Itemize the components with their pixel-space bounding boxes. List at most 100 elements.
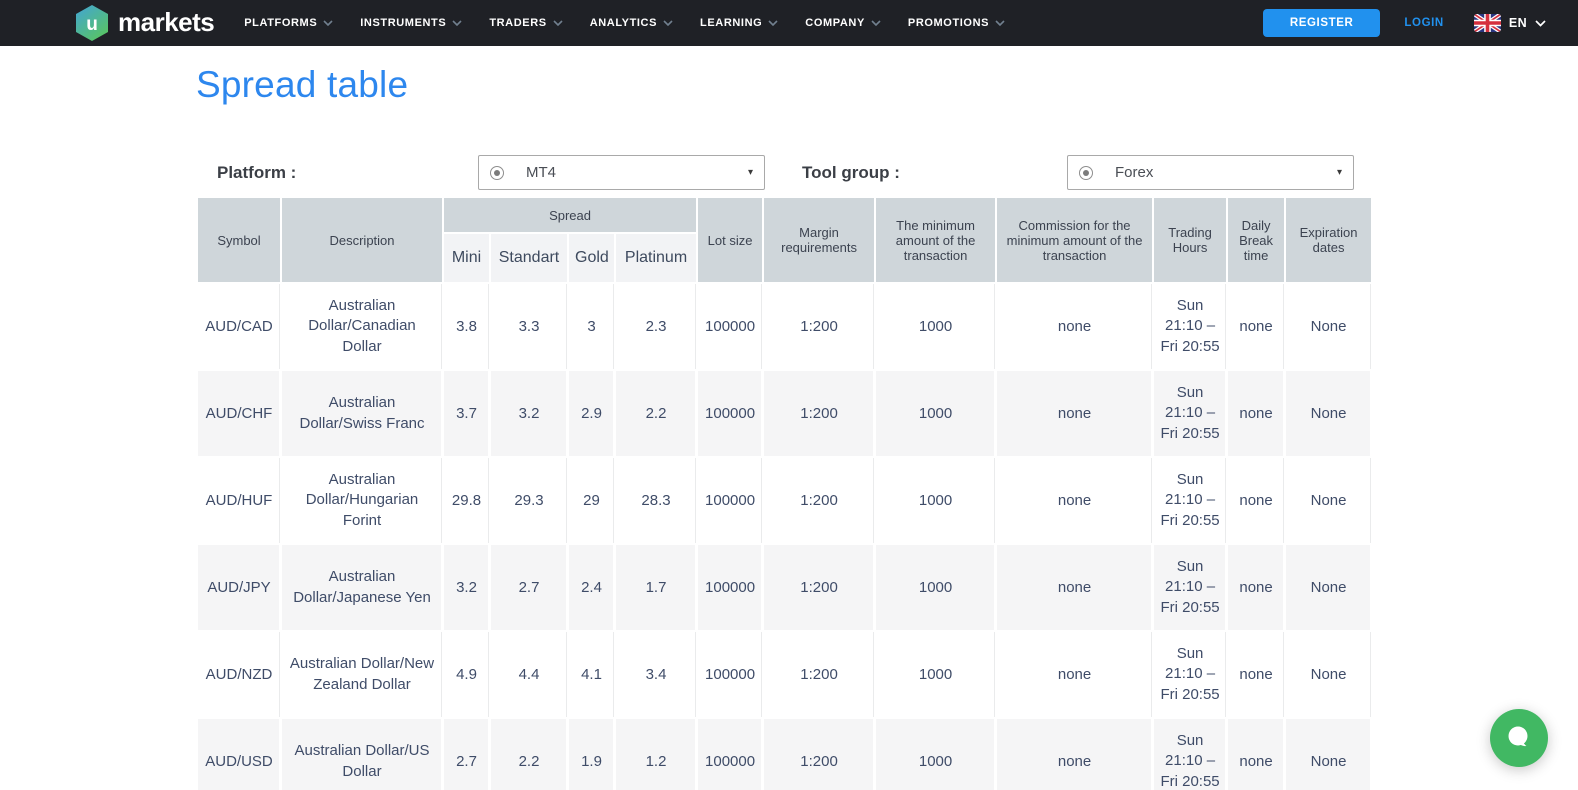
header-commission: Commission for the minimum amount of the… bbox=[997, 198, 1152, 282]
cell-gold: 2.4 bbox=[569, 545, 614, 630]
cell-commission: none bbox=[997, 284, 1152, 369]
nav-item-promotions[interactable]: PROMOTIONS bbox=[908, 17, 1005, 29]
main-menu: PLATFORMS INSTRUMENTS TRADERS ANALYTICS … bbox=[244, 17, 1005, 29]
cell-expiration: None bbox=[1286, 719, 1371, 790]
nav-item-label: TRADERS bbox=[489, 17, 546, 29]
cell-margin: 1:200 bbox=[764, 284, 874, 369]
tool-group-select-value: Forex bbox=[1115, 164, 1337, 181]
cell-mini: 4.9 bbox=[444, 632, 489, 717]
chevron-down-icon bbox=[323, 20, 333, 26]
nav-item-instruments[interactable]: INSTRUMENTS bbox=[360, 17, 462, 29]
dropdown-arrow-icon: ▾ bbox=[748, 168, 753, 178]
platform-select-value: MT4 bbox=[526, 164, 748, 181]
header-spread: Spread bbox=[444, 198, 696, 232]
header-min-amount: The minimum amount of the transaction bbox=[876, 198, 995, 282]
table-row: AUD/HUFAustralian Dollar/Hungarian Forin… bbox=[198, 458, 1371, 543]
cell-symbol: AUD/USD bbox=[198, 719, 280, 790]
cell-commission: none bbox=[997, 371, 1152, 456]
cell-commission: none bbox=[997, 719, 1152, 790]
cell-expiration: None bbox=[1286, 371, 1371, 456]
cell-platinum: 2.3 bbox=[616, 284, 696, 369]
cell-platinum: 2.2 bbox=[616, 371, 696, 456]
table-row: AUD/USDAustralian Dollar/US Dollar2.72.2… bbox=[198, 719, 1371, 790]
top-nav: u markets PLATFORMS INSTRUMENTS TRADERS … bbox=[0, 0, 1578, 46]
cell-gold: 1.9 bbox=[569, 719, 614, 790]
header-lot-size: Lot size bbox=[698, 198, 762, 282]
cell-lot-size: 100000 bbox=[698, 632, 762, 717]
nav-item-analytics[interactable]: ANALYTICS bbox=[590, 17, 673, 29]
header-spread-standart: Standart bbox=[491, 234, 567, 282]
uk-flag-icon bbox=[1474, 14, 1501, 32]
cell-min-amount: 1000 bbox=[876, 632, 995, 717]
brand-logo[interactable]: u markets bbox=[75, 4, 214, 42]
tool-group-select[interactable]: Forex ▾ bbox=[1067, 155, 1354, 190]
nav-item-learning[interactable]: LEARNING bbox=[700, 17, 778, 29]
cell-description: Australian Dollar/Swiss Franc bbox=[282, 371, 442, 456]
cell-mini: 29.8 bbox=[444, 458, 489, 543]
cell-platinum: 1.2 bbox=[616, 719, 696, 790]
cell-gold: 4.1 bbox=[569, 632, 614, 717]
cell-daily-break: none bbox=[1228, 632, 1284, 717]
nav-item-label: PROMOTIONS bbox=[908, 17, 989, 29]
cell-margin: 1:200 bbox=[764, 458, 874, 543]
language-selector[interactable]: EN bbox=[1474, 14, 1546, 32]
nav-right: REGISTER LOGIN EN bbox=[1263, 9, 1546, 37]
chevron-down-icon bbox=[452, 20, 462, 26]
platform-label: Platform : bbox=[217, 163, 478, 183]
cell-platinum: 1.7 bbox=[616, 545, 696, 630]
cell-trading-hours: Sun 21:10 – Fri 20:55 bbox=[1154, 458, 1226, 543]
header-symbol: Symbol bbox=[198, 198, 280, 282]
chat-bubble-icon bbox=[1503, 722, 1535, 754]
cell-lot-size: 100000 bbox=[698, 545, 762, 630]
cell-lot-size: 100000 bbox=[698, 284, 762, 369]
cell-daily-break: none bbox=[1228, 719, 1284, 790]
nav-item-label: LEARNING bbox=[700, 17, 762, 29]
cell-min-amount: 1000 bbox=[876, 458, 995, 543]
login-link[interactable]: LOGIN bbox=[1404, 17, 1443, 29]
cell-symbol: AUD/CHF bbox=[198, 371, 280, 456]
cell-trading-hours: Sun 21:10 – Fri 20:55 bbox=[1154, 719, 1226, 790]
cell-description: Australian Dollar/Hungarian Forint bbox=[282, 458, 442, 543]
tool-group-label: Tool group : bbox=[802, 163, 1067, 183]
cell-min-amount: 1000 bbox=[876, 719, 995, 790]
header-description: Description bbox=[282, 198, 442, 282]
platform-select[interactable]: MT4 ▾ bbox=[478, 155, 765, 190]
cell-margin: 1:200 bbox=[764, 632, 874, 717]
header-spread-mini: Mini bbox=[444, 234, 489, 282]
cell-standart: 29.3 bbox=[491, 458, 567, 543]
header-trading-hours: Trading Hours bbox=[1154, 198, 1226, 282]
chevron-down-icon bbox=[1535, 20, 1546, 27]
nav-item-company[interactable]: COMPANY bbox=[805, 17, 881, 29]
spread-table-body: AUD/CADAustralian Dollar/Canadian Dollar… bbox=[198, 284, 1371, 790]
header-daily-break: Daily Break time bbox=[1228, 198, 1284, 282]
content: Spread table Platform : MT4 ▾ Tool group… bbox=[196, 64, 1373, 790]
cell-platinum: 3.4 bbox=[616, 632, 696, 717]
cell-margin: 1:200 bbox=[764, 719, 874, 790]
cell-margin: 1:200 bbox=[764, 545, 874, 630]
nav-item-traders[interactable]: TRADERS bbox=[489, 17, 562, 29]
cell-description: Australian Dollar/US Dollar bbox=[282, 719, 442, 790]
cell-symbol: AUD/NZD bbox=[198, 632, 280, 717]
cell-platinum: 28.3 bbox=[616, 458, 696, 543]
chat-button[interactable] bbox=[1490, 709, 1548, 767]
nav-item-label: INSTRUMENTS bbox=[360, 17, 446, 29]
chevron-down-icon bbox=[871, 20, 881, 26]
table-row: AUD/CHFAustralian Dollar/Swiss Franc3.73… bbox=[198, 371, 1371, 456]
nav-item-label: PLATFORMS bbox=[244, 17, 317, 29]
cell-standart: 3.2 bbox=[491, 371, 567, 456]
spread-table: Symbol Description Spread Lot size Margi… bbox=[196, 196, 1373, 790]
nav-item-platforms[interactable]: PLATFORMS bbox=[244, 17, 333, 29]
cell-trading-hours: Sun 21:10 – Fri 20:55 bbox=[1154, 632, 1226, 717]
cell-commission: none bbox=[997, 632, 1152, 717]
cell-commission: none bbox=[997, 458, 1152, 543]
register-button[interactable]: REGISTER bbox=[1263, 9, 1381, 37]
radio-icon bbox=[490, 166, 504, 180]
cell-description: Australian Dollar/Japanese Yen bbox=[282, 545, 442, 630]
cell-min-amount: 1000 bbox=[876, 371, 995, 456]
cell-lot-size: 100000 bbox=[698, 458, 762, 543]
cell-mini: 2.7 bbox=[444, 719, 489, 790]
filters: Platform : MT4 ▾ Tool group : Forex ▾ bbox=[196, 155, 1373, 190]
table-row: AUD/JPYAustralian Dollar/Japanese Yen3.2… bbox=[198, 545, 1371, 630]
cell-gold: 2.9 bbox=[569, 371, 614, 456]
cell-gold: 3 bbox=[569, 284, 614, 369]
